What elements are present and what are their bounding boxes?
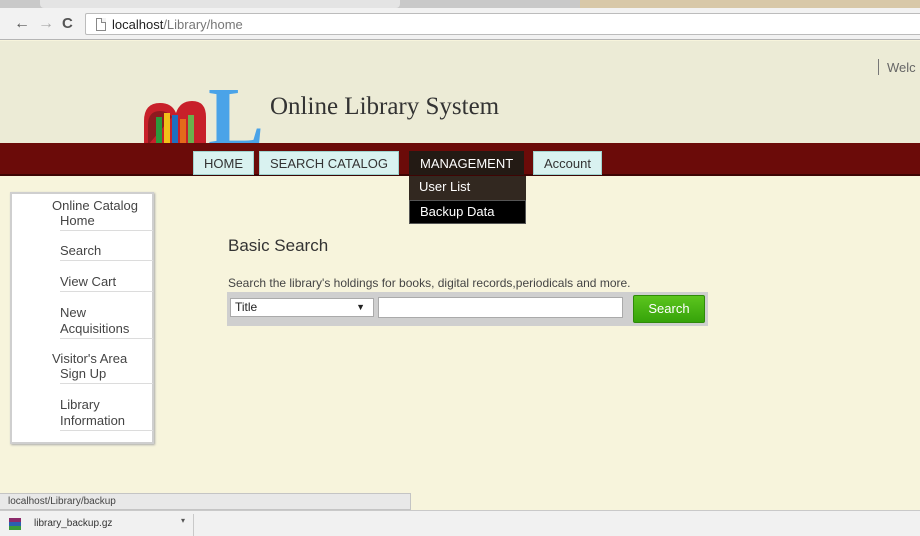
search-bar: Title ▼ Search bbox=[227, 292, 708, 326]
download-shelf: library_backup.gz ▾ bbox=[0, 510, 920, 536]
download-file-name: library_backup.gz bbox=[34, 518, 113, 529]
archive-band bbox=[9, 518, 21, 522]
browser-toolbar: ← → C localhost/Library/home bbox=[0, 8, 920, 40]
sidebar-item-label: Information bbox=[60, 413, 126, 428]
dropdown-arrow-icon: ▼ bbox=[356, 302, 365, 312]
library-logo: L bbox=[144, 81, 264, 145]
book-spine-icon bbox=[188, 115, 194, 145]
sidebar-item-new-acquisitions[interactable]: New Acquisitions bbox=[60, 305, 153, 339]
book-spine-icon bbox=[164, 113, 170, 145]
chevron-down-icon[interactable]: ▾ bbox=[181, 516, 185, 525]
book-spine-icon bbox=[156, 117, 162, 145]
archive-band bbox=[9, 526, 21, 530]
nav-management[interactable]: MANAGEMENT bbox=[409, 151, 525, 175]
browser-tab[interactable] bbox=[40, 0, 400, 8]
back-icon[interactable]: ← bbox=[14, 16, 30, 32]
sidebar-item-home[interactable]: Home bbox=[60, 213, 153, 231]
management-dropdown: User List Backup Data bbox=[409, 176, 526, 224]
sidebar-item-search[interactable]: Search bbox=[60, 243, 153, 261]
url-path: /Library/home bbox=[163, 17, 243, 32]
main-nav: HOME SEARCH CATALOG MANAGEMENT Account bbox=[0, 143, 920, 176]
page-title: Basic Search bbox=[228, 236, 329, 255]
sidebar-item-label: New bbox=[60, 305, 87, 320]
archive-band bbox=[9, 522, 21, 526]
dropdown-item-user-list[interactable]: User List bbox=[409, 176, 526, 200]
header-divider bbox=[878, 59, 879, 75]
archive-file-icon bbox=[9, 518, 21, 530]
sidebar-heading-visitors-area: Visitor's Area bbox=[52, 351, 128, 366]
site-title: Online Library System bbox=[270, 93, 500, 120]
sidebar-item-label: Acquisitions bbox=[60, 321, 130, 336]
download-item[interactable]: library_backup.gz ▾ bbox=[4, 514, 194, 536]
book-spine-icon bbox=[172, 115, 178, 145]
reload-icon[interactable]: C bbox=[62, 16, 73, 32]
search-input[interactable] bbox=[378, 297, 623, 318]
nav-account[interactable]: Account bbox=[533, 151, 602, 175]
logo-letter: L bbox=[208, 81, 264, 145]
site-header: Welc L Online Library System bbox=[0, 41, 920, 145]
forward-icon[interactable]: → bbox=[38, 16, 54, 32]
search-description: Search the library's holdings for books,… bbox=[228, 276, 631, 290]
url-host: localhost bbox=[112, 17, 164, 32]
search-field-select-value: Title bbox=[235, 300, 258, 314]
page-icon bbox=[96, 18, 106, 31]
sidebar-item-label: Library bbox=[60, 397, 100, 412]
sidebar-item-library-information[interactable]: Library Information bbox=[60, 397, 153, 431]
browser-tab[interactable] bbox=[580, 0, 920, 8]
book-spine-icon bbox=[180, 119, 186, 145]
sidebar: Online Catalog Home Search View Cart New… bbox=[10, 192, 154, 444]
sidebar-heading-online-catalog: Online Catalog bbox=[52, 198, 138, 213]
address-bar[interactable]: localhost/Library/home bbox=[85, 13, 920, 35]
address-url[interactable]: localhost/Library/home bbox=[112, 17, 243, 32]
status-bubble: localhost/Library/backup bbox=[0, 493, 411, 510]
browser-tabstrip bbox=[0, 0, 920, 8]
welcome-text: Welc bbox=[887, 60, 916, 75]
sidebar-item-view-cart[interactable]: View Cart bbox=[60, 274, 153, 292]
search-field-select[interactable]: Title ▼ bbox=[230, 298, 374, 317]
nav-home[interactable]: HOME bbox=[193, 151, 254, 175]
dropdown-item-backup-data[interactable]: Backup Data bbox=[409, 200, 526, 224]
nav-search-catalog[interactable]: SEARCH CATALOG bbox=[259, 151, 399, 175]
search-button[interactable]: Search bbox=[633, 295, 705, 323]
sidebar-item-sign-up[interactable]: Sign Up bbox=[60, 366, 153, 384]
